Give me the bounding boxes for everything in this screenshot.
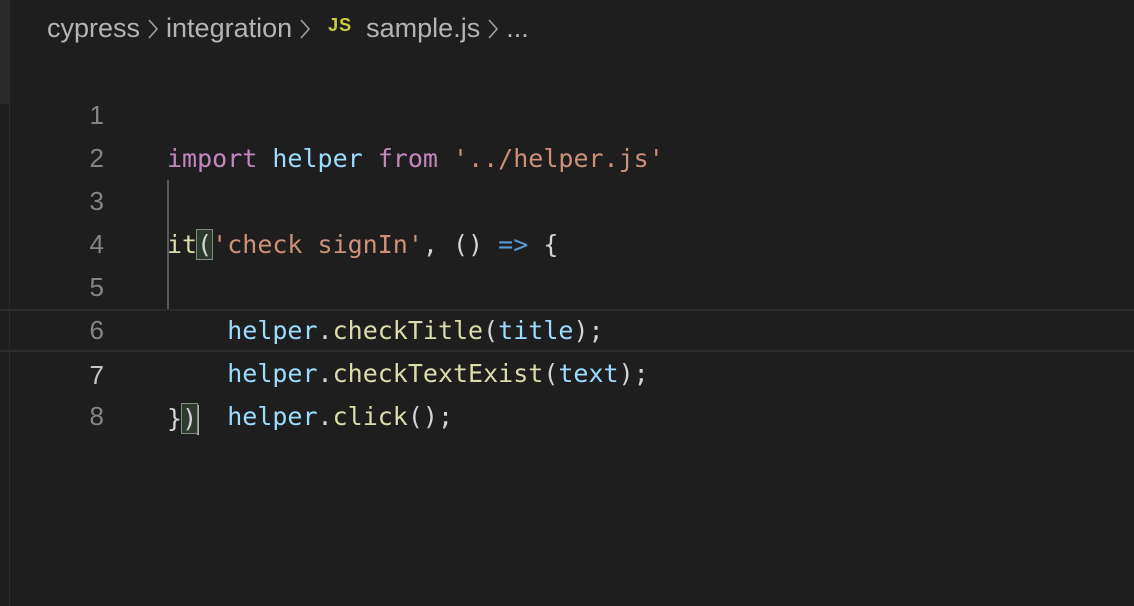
dot: .: [317, 402, 333, 431]
code-line[interactable]: 6 helper.click();: [0, 266, 1134, 431]
indent-guide: [167, 223, 169, 266]
code-line[interactable]: 2: [0, 94, 1134, 173]
method-click: click: [332, 402, 408, 431]
breadcrumb-item-sample-js[interactable]: sample.js: [366, 13, 480, 44]
breadcrumb-item-cypress[interactable]: cypress: [47, 13, 140, 44]
chevron-right-icon: [292, 13, 318, 44]
indent-guide: [167, 180, 169, 223]
chevron-right-icon: [480, 13, 506, 44]
line-content[interactable]: helper.click();: [167, 395, 453, 438]
line-content[interactable]: }): [167, 397, 200, 440]
text-cursor: [197, 405, 200, 435]
current-code-line[interactable]: 7 }): [0, 309, 1134, 435]
indent-guide: [167, 266, 169, 309]
code-line[interactable]: 4 helper.checkTitle(title);: [0, 180, 1134, 345]
code-line[interactable]: 5 helper.checkTextExist(text);: [0, 223, 1134, 388]
breadcrumb-item-integration[interactable]: integration: [166, 13, 292, 44]
code-line[interactable]: 3 it('check signIn', () => {: [0, 137, 1134, 260]
code-line[interactable]: 8: [0, 352, 1134, 431]
identifier-helper: helper: [227, 402, 318, 431]
code-line[interactable]: 1 import helper from '../helper.js': [0, 51, 1134, 173]
close-brace: }: [167, 404, 183, 433]
javascript-file-icon: JS: [328, 14, 353, 35]
breadcrumb-ellipsis[interactable]: ...: [506, 13, 529, 44]
chevron-right-icon: [140, 13, 166, 44]
breadcrumb: cypress integration JS sample.js ...: [47, 8, 529, 48]
code-area[interactable]: 1 import helper from '../helper.js' 2 3 …: [0, 51, 1134, 435]
call-parens-semicolon: ();: [407, 402, 454, 431]
line-number: 8: [89, 401, 104, 431]
matched-bracket-close: ): [181, 403, 199, 434]
code-editor[interactable]: cypress integration JS sample.js ... 1 i…: [0, 0, 1134, 606]
